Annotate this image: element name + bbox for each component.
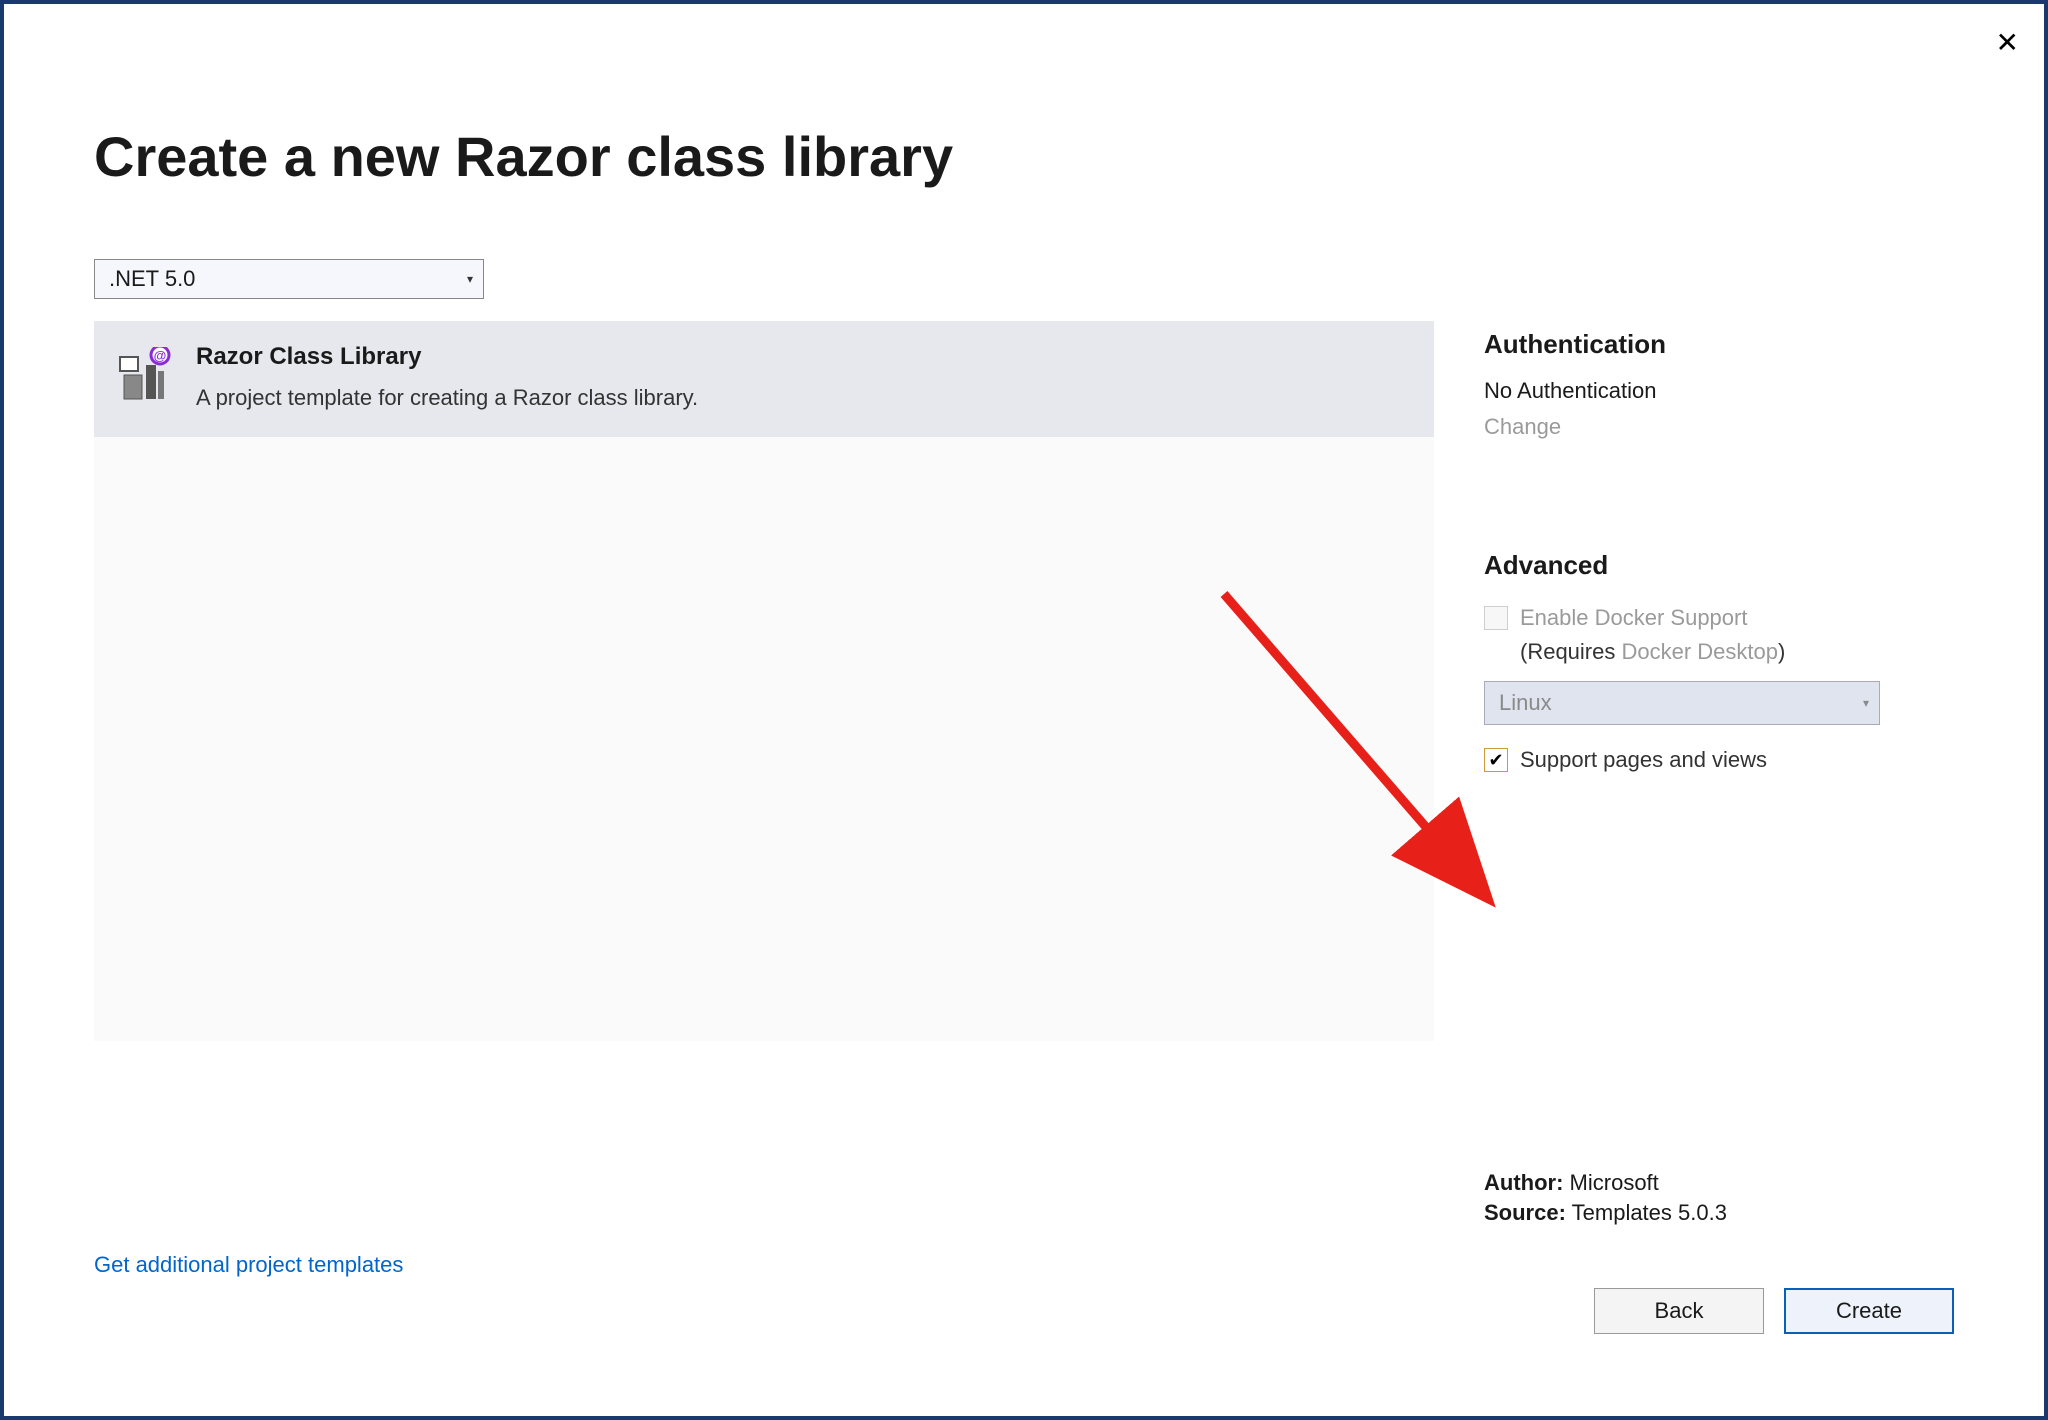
framework-selected-value: .NET 5.0	[109, 266, 195, 292]
docker-desktop-link: Docker Desktop	[1621, 639, 1778, 664]
source-label: Source:	[1484, 1200, 1566, 1225]
author-value-text: Microsoft	[1570, 1170, 1659, 1195]
back-button[interactable]: Back	[1594, 1288, 1764, 1334]
chevron-down-icon: ▾	[1863, 696, 1869, 710]
side-panel: Authentication No Authentication Change …	[1484, 321, 1954, 1041]
template-text: Razor Class Library A project template f…	[196, 343, 698, 411]
dialog-buttons: Back Create	[1594, 1288, 1954, 1334]
docker-requires-text: (Requires Docker Desktop)	[1520, 639, 1954, 665]
source-value-text: Templates 5.0.3	[1572, 1200, 1727, 1225]
requires-prefix: (Requires	[1520, 639, 1621, 664]
svg-text:@: @	[154, 348, 167, 363]
advanced-section: Advanced Enable Docker Support (Requires…	[1484, 550, 1954, 773]
page-title: Create a new Razor class library	[94, 124, 1954, 189]
content-row: @ Razor Class Library A project template…	[94, 321, 1954, 1041]
chevron-down-icon: ▾	[467, 272, 473, 286]
change-authentication-link: Change	[1484, 414, 1561, 440]
create-button[interactable]: Create	[1784, 1288, 1954, 1334]
framework-dropdown[interactable]: .NET 5.0 ▾	[94, 259, 484, 299]
authentication-value: No Authentication	[1484, 378, 1954, 404]
template-list-panel: @ Razor Class Library A project template…	[94, 321, 1434, 1041]
support-pages-views-checkbox[interactable]: ✔	[1484, 748, 1508, 772]
author-label: Author:	[1484, 1170, 1563, 1195]
enable-docker-label: Enable Docker Support	[1520, 605, 1747, 631]
template-item-razor-class-library[interactable]: @ Razor Class Library A project template…	[94, 321, 1434, 437]
checkmark-icon: ✔	[1488, 751, 1503, 769]
template-name: Razor Class Library	[196, 343, 698, 371]
support-pages-views-row[interactable]: ✔ Support pages and views	[1484, 747, 1954, 773]
get-additional-templates-link[interactable]: Get additional project templates	[94, 1252, 403, 1278]
razor-library-icon: @	[118, 347, 174, 403]
source-line: Source: Templates 5.0.3	[1484, 1200, 1727, 1226]
close-icon[interactable]: ✕	[1996, 29, 2019, 57]
template-description: A project template for creating a Razor …	[196, 385, 698, 411]
support-pages-views-label: Support pages and views	[1520, 747, 1767, 773]
advanced-heading: Advanced	[1484, 550, 1954, 581]
docker-os-dropdown: Linux ▾	[1484, 681, 1880, 725]
enable-docker-checkbox	[1484, 606, 1508, 630]
template-metadata: Author: Microsoft Source: Templates 5.0.…	[1484, 1170, 1727, 1230]
enable-docker-row: Enable Docker Support	[1484, 605, 1954, 631]
dialog-window: ✕ Create a new Razor class library .NET …	[0, 0, 2048, 1420]
authentication-heading: Authentication	[1484, 329, 1954, 360]
author-line: Author: Microsoft	[1484, 1170, 1727, 1196]
requires-suffix: )	[1778, 639, 1785, 664]
docker-os-selected-value: Linux	[1499, 690, 1552, 716]
